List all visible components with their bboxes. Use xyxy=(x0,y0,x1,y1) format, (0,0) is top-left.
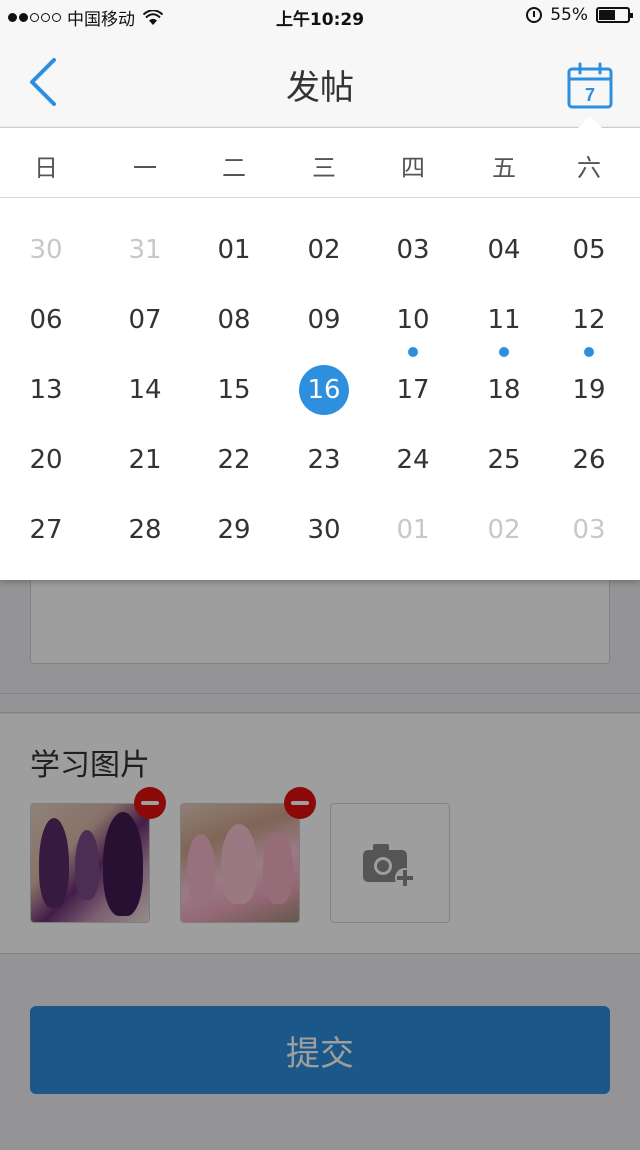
weekday-label: 二 xyxy=(222,154,246,182)
calendar-day-number: 01 xyxy=(217,235,251,265)
weekday-label: 日 xyxy=(34,154,58,182)
event-dot-icon xyxy=(499,347,509,357)
calendar-day[interactable]: 27 xyxy=(14,505,78,561)
calendar-day-number: 26 xyxy=(572,445,606,475)
calendar-day-number: 30 xyxy=(29,235,63,265)
calendar-day[interactable]: 14 xyxy=(113,365,177,421)
page-title: 发帖 xyxy=(286,68,354,108)
weekday-label: 四 xyxy=(401,154,425,182)
calendar-day[interactable]: 19 xyxy=(557,365,621,421)
event-dot-icon xyxy=(584,347,594,357)
calendar-day[interactable]: 01 xyxy=(381,505,445,561)
calendar-day[interactable]: 08 xyxy=(202,295,266,351)
calendar-day-number: 02 xyxy=(487,515,521,545)
weekday-label: 一 xyxy=(133,154,157,182)
calendar-day-number: 19 xyxy=(572,375,606,405)
calendar-day[interactable]: 03 xyxy=(557,505,621,561)
calendar-day-number: 05 xyxy=(572,235,606,265)
calendar-day-number: 13 xyxy=(29,375,63,405)
calendar-day-number: 06 xyxy=(29,305,63,335)
status-right: 55% xyxy=(526,5,633,25)
calendar-dropdown: 日 一 二 三 四 五 六 30 31 01 02 03 04 05 06 07 08 09 10 11… xyxy=(0,128,640,580)
calendar-day[interactable]: 10 xyxy=(381,295,445,357)
calendar-day[interactable]: 05 xyxy=(557,225,621,281)
dropdown-caret xyxy=(578,116,602,128)
battery-percent: 55% xyxy=(550,5,588,25)
calendar-day-number: 02 xyxy=(307,235,341,265)
calendar-day-number: 24 xyxy=(396,445,430,475)
calendar-day-number: 04 xyxy=(487,235,521,265)
calendar-day[interactable]: 03 xyxy=(381,225,445,281)
calendar-day[interactable]: 24 xyxy=(381,435,445,491)
event-dot-icon xyxy=(408,347,418,357)
calendar-day-number: 25 xyxy=(487,445,521,475)
calendar-day[interactable]: 04 xyxy=(472,225,536,281)
calendar-day[interactable]: 18 xyxy=(472,365,536,421)
weekday-label: 五 xyxy=(492,154,516,182)
calendar-day-number: 08 xyxy=(217,305,251,335)
calendar-day[interactable]: 07 xyxy=(113,295,177,351)
calendar-day[interactable]: 26 xyxy=(557,435,621,491)
battery-icon xyxy=(596,7,633,23)
weekday-label: 三 xyxy=(312,154,336,182)
calendar-day[interactable]: 15 xyxy=(202,365,266,421)
status-bar: 中国移动 上午10:29 55% xyxy=(0,0,640,32)
calendar-day-number: 28 xyxy=(128,515,162,545)
calendar-day-number: 03 xyxy=(396,235,430,265)
calendar-day[interactable]: 30 xyxy=(292,505,356,561)
calendar-day-number: 27 xyxy=(29,515,63,545)
calendar-day[interactable]: 25 xyxy=(472,435,536,491)
calendar-day[interactable]: 02 xyxy=(472,505,536,561)
calendar-day[interactable]: 09 xyxy=(292,295,356,351)
calendar-day[interactable]: 23 xyxy=(292,435,356,491)
calendar-day-number: 09 xyxy=(307,305,341,335)
calendar-day[interactable]: 12 xyxy=(557,295,621,357)
calendar-day-number: 17 xyxy=(396,375,430,405)
weekday-label: 六 xyxy=(577,154,601,182)
calendar-day-selected[interactable]: 16 xyxy=(292,365,356,421)
calendar-day[interactable]: 28 xyxy=(113,505,177,561)
calendar-day-number: 15 xyxy=(217,375,251,405)
calendar-day[interactable]: 30 xyxy=(14,225,78,281)
alarm-icon xyxy=(526,7,543,23)
calendar-icon[interactable]: 7 xyxy=(566,62,614,110)
calendar-day-number: 16 xyxy=(307,375,341,405)
calendar-day[interactable]: 01 xyxy=(202,225,266,281)
calendar-day[interactable]: 29 xyxy=(202,505,266,561)
calendar-day-number: 11 xyxy=(487,305,521,335)
calendar-day-number: 12 xyxy=(572,305,606,335)
calendar-day-number: 10 xyxy=(396,305,430,335)
calendar-day-number: 03 xyxy=(572,515,606,545)
calendar-day[interactable]: 17 xyxy=(381,365,445,421)
calendar-day[interactable]: 22 xyxy=(202,435,266,491)
calendar-day-number: 18 xyxy=(487,375,521,405)
calendar-icon-day: 7 xyxy=(585,85,595,105)
calendar-day[interactable]: 21 xyxy=(113,435,177,491)
calendar-day[interactable]: 02 xyxy=(292,225,356,281)
calendar-day-number: 01 xyxy=(396,515,430,545)
calendar-day-number: 31 xyxy=(128,235,162,265)
calendar-day[interactable]: 13 xyxy=(14,365,78,421)
calendar-day-number: 14 xyxy=(128,375,162,405)
calendar-day[interactable]: 06 xyxy=(14,295,78,351)
calendar-day-number: 29 xyxy=(217,515,251,545)
calendar-day-number: 20 xyxy=(29,445,63,475)
calendar-day[interactable]: 11 xyxy=(472,295,536,357)
weekday-header: 日 一 二 三 四 五 六 xyxy=(0,128,640,198)
calendar-day[interactable]: 31 xyxy=(113,225,177,281)
calendar-day[interactable]: 20 xyxy=(14,435,78,491)
calendar-day-number: 07 xyxy=(128,305,162,335)
nav-bar: 发帖 7 xyxy=(0,32,640,128)
calendar-day-number: 21 xyxy=(128,445,162,475)
calendar-day-number: 30 xyxy=(307,515,341,545)
calendar-day-number: 22 xyxy=(217,445,251,475)
calendar-day-number: 23 xyxy=(307,445,341,475)
